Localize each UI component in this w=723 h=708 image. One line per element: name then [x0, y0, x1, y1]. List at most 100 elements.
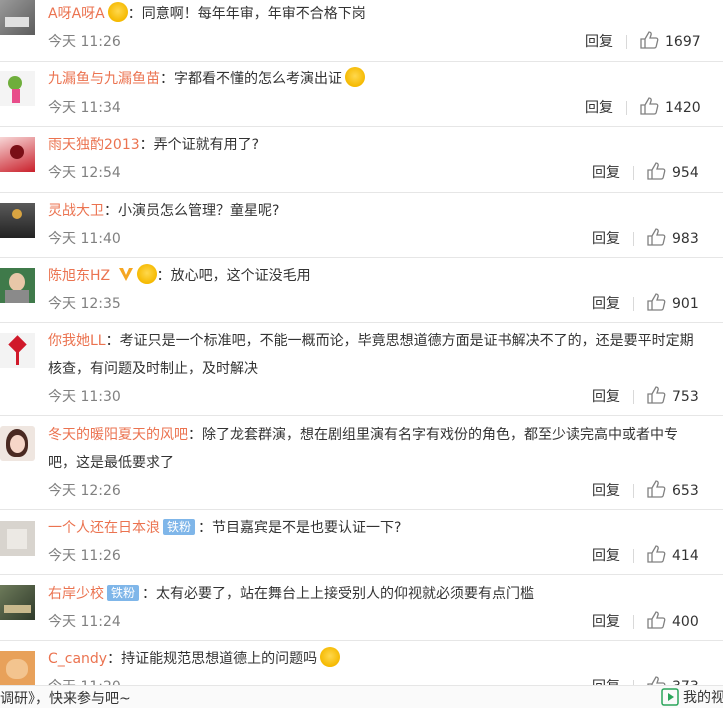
like-count: 653	[672, 483, 699, 499]
avatar[interactable]	[0, 0, 35, 35]
comment-timestamp: 今天 12:26	[48, 483, 121, 499]
thumbs-up-icon	[647, 676, 666, 685]
thumbs-up-icon	[640, 31, 659, 49]
like-button[interactable]: 653	[647, 480, 699, 499]
thumbs-up-icon	[647, 293, 666, 311]
comment-item: 陈旭东HZ ：放心吧，这个证没毛用 今天 12:35 回复 901	[0, 258, 723, 323]
reply-button[interactable]: 回复	[585, 97, 613, 117]
comment-item: 雨天独酌2013：弄个证就有用了? 今天 12:54 回复 954	[0, 127, 723, 193]
username-link[interactable]: 灵战大卫	[48, 203, 104, 219]
reply-button[interactable]: 回复	[592, 480, 620, 500]
my-video-link[interactable]: 我的视	[661, 687, 723, 707]
comment-list: A呀A呀A ：同意啊！每年年审，年审不合格下岗 今天 11:26 回复 1697 …	[0, 0, 723, 685]
comment-timestamp: 今天 11:40	[48, 231, 121, 247]
like-count: 753	[672, 389, 699, 405]
like-count: 1697	[665, 34, 701, 50]
avatar[interactable]	[0, 71, 35, 106]
comment-item: 灵战大卫：小演员怎么管理？童星呢? 今天 11:40 回复 983	[0, 193, 723, 258]
divider	[633, 232, 634, 246]
smirk-emoji-icon	[320, 647, 341, 667]
like-button[interactable]: 373	[647, 676, 699, 685]
thumbs-up-icon	[647, 386, 666, 404]
comment-item: A呀A呀A ：同意啊！每年年审，年审不合格下岗 今天 11:26 回复 1697	[0, 0, 723, 62]
reply-button[interactable]: 回复	[592, 676, 620, 685]
comment-timestamp: 今天 11:24	[48, 614, 121, 630]
comment-content: ：考证只是一个标准吧，不能一概而论，毕竟思想道德方面是证书解决不了的，还是要平时…	[48, 333, 694, 377]
divider	[633, 297, 634, 311]
verified-v-icon	[118, 268, 133, 281]
username-link[interactable]: 九漏鱼与九漏鱼苗	[48, 71, 160, 87]
like-button[interactable]: 1420	[640, 97, 701, 116]
comment-text-line: A呀A呀A ：同意啊！每年年审，年审不合格下岗	[48, 0, 698, 28]
like-button[interactable]: 414	[647, 545, 699, 564]
comment-timestamp: 今天 11:26	[48, 548, 121, 564]
avatar[interactable]	[0, 521, 35, 556]
comment-timestamp: 今天 11:34	[48, 100, 121, 116]
reply-button[interactable]: 回复	[592, 545, 620, 565]
comment-item: 冬天的暖阳夏天的风吧：除了龙套群演，想在剧组里演有名字有戏份的角色，都至少读完高…	[0, 416, 723, 510]
like-button[interactable]: 400	[647, 611, 699, 630]
like-count: 954	[672, 165, 699, 181]
divider	[633, 615, 634, 629]
thumbs-up-icon	[647, 545, 666, 563]
fan-badge[interactable]: 铁粉	[107, 585, 140, 601]
reply-button[interactable]: 回复	[592, 611, 620, 631]
avatar[interactable]	[0, 137, 35, 172]
reply-button[interactable]: 回复	[592, 162, 620, 182]
comment-item: C_candy：持证能规范思想道德上的问题吗 今天 11:20 回复 373	[0, 641, 723, 685]
username-link[interactable]: 你我她LL	[48, 333, 106, 349]
comment-timestamp: 今天 11:26	[48, 34, 121, 50]
comment-text-line: 雨天独酌2013：弄个证就有用了?	[48, 131, 698, 159]
comment-item: 右岸少校 铁粉 ：太有必要了，站在舞台上上接受别人的仰视就必须要有点门槛 今天 11…	[0, 575, 723, 641]
divider	[626, 35, 627, 49]
like-count: 901	[672, 296, 699, 312]
play-icon	[661, 688, 679, 706]
avatar[interactable]	[0, 203, 35, 238]
avatar[interactable]	[0, 585, 35, 620]
avatar[interactable]	[0, 268, 35, 303]
comment-content: ：放心吧，这个证没毛用	[156, 268, 311, 284]
crown-emoji-icon	[136, 264, 157, 284]
reply-button[interactable]: 回复	[592, 228, 620, 248]
comment-content: ：同意啊！每年年审，年审不合格下岗	[127, 6, 366, 22]
like-count: 983	[672, 231, 699, 247]
username-link[interactable]: 陈旭东HZ	[48, 268, 110, 284]
reply-button[interactable]: 回复	[592, 293, 620, 313]
like-button[interactable]: 753	[647, 386, 699, 405]
comment-timestamp: 今天 12:54	[48, 165, 121, 181]
avatar[interactable]	[0, 651, 35, 685]
divider	[633, 549, 634, 563]
comment-content: ：字都看不懂的怎么考演出证	[160, 71, 342, 87]
username-link[interactable]: 冬天的暖阳夏天的风吧	[48, 427, 188, 443]
comment-text-line: 灵战大卫：小演员怎么管理？童星呢?	[48, 197, 698, 225]
username-link[interactable]: A呀A呀A	[48, 6, 105, 22]
username-link[interactable]: C_candy	[48, 651, 107, 667]
comment-item: 九漏鱼与九漏鱼苗：字都看不懂的怎么考演出证 今天 11:34 回复 1420	[0, 62, 723, 127]
avatar[interactable]	[0, 426, 35, 461]
username-link[interactable]: 一个人还在日本浪	[48, 520, 160, 536]
like-button[interactable]: 954	[647, 162, 699, 181]
like-button[interactable]: 1697	[640, 31, 701, 50]
comment-text-line: 右岸少校 铁粉 ：太有必要了，站在舞台上上接受别人的仰视就必须要有点门槛	[48, 580, 698, 608]
comment-content: ：节目嘉宾是不是也要认证一下?	[198, 520, 402, 536]
username-link[interactable]: 雨天独酌2013	[48, 137, 140, 153]
divider	[633, 484, 634, 498]
crown-emoji-icon	[107, 2, 128, 22]
like-button[interactable]: 901	[647, 293, 699, 312]
comment-content: ：小演员怎么管理？童星呢?	[104, 203, 280, 219]
survey-link[interactable]: 调研》，快来参与吧~	[0, 688, 131, 708]
thumbs-up-icon	[647, 611, 666, 629]
comment-content: ：太有必要了，站在舞台上上接受别人的仰视就必须要有点门槛	[142, 586, 535, 602]
comment-item: 你我她LL：考证只是一个标准吧，不能一概而论，毕竟思想道德方面是证书解决不了的，…	[0, 323, 723, 416]
divider	[626, 101, 627, 115]
reply-button[interactable]: 回复	[585, 31, 613, 51]
like-button[interactable]: 983	[647, 228, 699, 247]
reply-button[interactable]: 回复	[592, 386, 620, 406]
comment-timestamp: 今天 11:20	[48, 676, 121, 685]
divider	[633, 390, 634, 404]
username-link[interactable]: 右岸少校	[48, 586, 104, 602]
fan-badge[interactable]: 铁粉	[163, 519, 196, 535]
comment-text-line: 你我她LL：考证只是一个标准吧，不能一概而论，毕竟思想道德方面是证书解决不了的，…	[48, 327, 698, 383]
avatar[interactable]	[0, 333, 35, 368]
like-count: 400	[672, 614, 699, 630]
